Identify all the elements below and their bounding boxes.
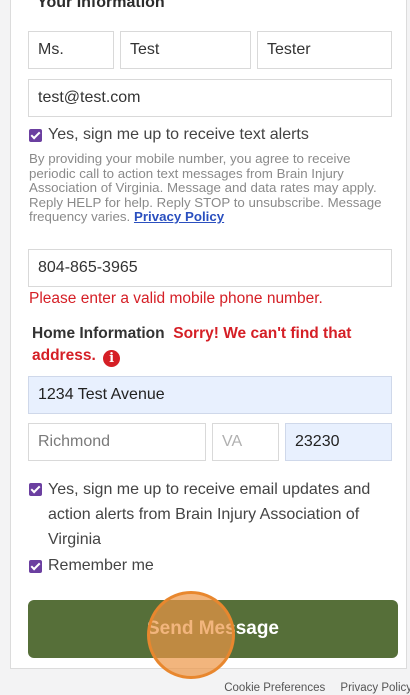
email-opt-in[interactable]: Yes, sign me up to receive email updates… bbox=[29, 477, 394, 552]
remember-me-checkbox[interactable] bbox=[29, 560, 42, 573]
remember-me-label: Remember me bbox=[48, 557, 154, 574]
email-field[interactable]: test@test.com bbox=[28, 79, 392, 117]
state-field[interactable]: VA bbox=[212, 423, 279, 461]
sms-disclaimer: By providing your mobile number, you agr… bbox=[29, 151, 394, 225]
privacy-policy-link[interactable]: Privacy Policy bbox=[134, 209, 224, 225]
address-field[interactable]: 1234 Test Avenue bbox=[28, 376, 392, 414]
info-circle-icon[interactable]: i bbox=[103, 350, 121, 367]
home-information-heading: Home Information Sorry! We can't find th… bbox=[32, 323, 387, 367]
phone-error-message: Please enter a valid mobile phone number… bbox=[29, 290, 323, 307]
zip-field[interactable]: 23230 bbox=[285, 423, 392, 461]
sms-opt-in-checkbox[interactable] bbox=[29, 129, 42, 142]
footer-links: Cookie Preferences Privacy Policy bbox=[212, 682, 410, 694]
sms-opt-in-label: Yes, sign me up to receive text alerts bbox=[48, 126, 309, 143]
mobile-phone-field[interactable]: 804-865-3965 bbox=[28, 249, 392, 287]
click-indicator bbox=[147, 591, 235, 679]
section-title: Your Information bbox=[37, 0, 165, 8]
home-information-title: Home Information bbox=[32, 325, 165, 342]
footer-privacy-policy-link[interactable]: Privacy Policy bbox=[340, 682, 410, 694]
salutation-field[interactable]: Ms. bbox=[28, 31, 114, 69]
email-opt-in-checkbox[interactable] bbox=[29, 483, 42, 496]
first-name-field[interactable]: Test bbox=[120, 31, 251, 69]
sms-opt-in[interactable]: Yes, sign me up to receive text alerts bbox=[29, 126, 309, 144]
remember-me[interactable]: Remember me bbox=[29, 557, 154, 575]
cookie-preferences-link[interactable]: Cookie Preferences bbox=[224, 682, 325, 694]
email-opt-in-label: Yes, sign me up to receive email updates… bbox=[48, 481, 371, 548]
city-field[interactable]: Richmond bbox=[28, 423, 206, 461]
last-name-field[interactable]: Tester bbox=[257, 31, 392, 69]
